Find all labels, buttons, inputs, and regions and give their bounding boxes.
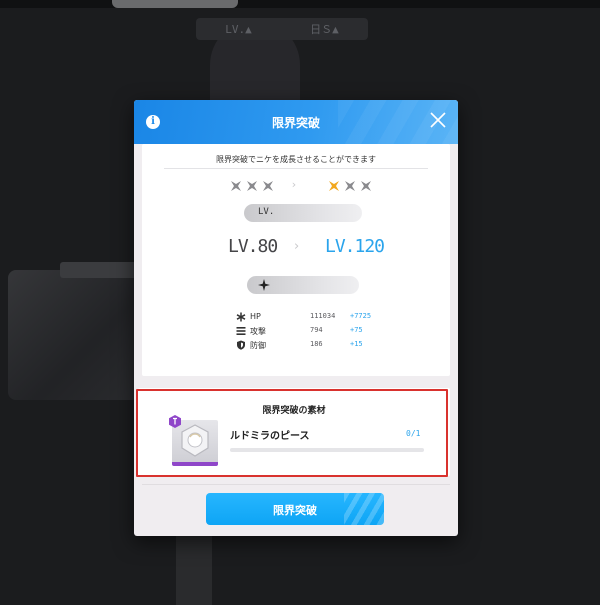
background-character-leg: [176, 536, 212, 605]
chevron-right-icon: ›: [294, 239, 300, 254]
limit-break-button-label: 限界突破: [273, 504, 317, 517]
stat-increase: +75: [350, 326, 363, 334]
hud-text-right: 日Ｓ▲: [310, 23, 339, 36]
material-title: 限界突破の素材: [262, 406, 326, 416]
chevron-right-icon: ›: [291, 178, 297, 191]
stat-increase: +7725: [350, 312, 372, 320]
star-icon: [231, 181, 241, 191]
top-bar: [0, 0, 600, 8]
limit-break-button[interactable]: 限界突破: [206, 493, 384, 525]
material-count: 0/1: [406, 429, 421, 438]
stat-increase: +15: [350, 340, 363, 348]
stat-label: HP: [250, 312, 261, 321]
stat-value: 186: [310, 340, 323, 348]
stat-row-defense: 防御 186 +15: [236, 339, 386, 351]
stat-label: 防御: [250, 341, 266, 350]
star-icon: [263, 181, 273, 191]
attack-icon: [236, 327, 246, 335]
divider: [142, 484, 450, 485]
level-label-pill: LV.: [244, 204, 362, 222]
material-section: 限界突破の素材 ルドミラのピース 0/1: [138, 388, 450, 476]
close-icon[interactable]: [428, 110, 448, 130]
stat-value: 111034: [310, 312, 336, 320]
ascension-pill: [247, 276, 359, 294]
stat-value: 794: [310, 326, 323, 334]
material-name: ルドミラのピース: [230, 431, 310, 442]
current-stars: [230, 180, 274, 192]
background-hud: LV.▲ 日Ｓ▲: [196, 18, 368, 40]
material-progress-bar: [230, 448, 424, 452]
material-item[interactable]: [169, 415, 218, 466]
top-tab: [112, 0, 238, 8]
asterisk-icon: [236, 312, 246, 322]
stat-label: 攻撃: [250, 327, 266, 336]
shield-icon: [237, 340, 245, 350]
star-icon: [247, 181, 257, 191]
stat-row-attack: 攻撃 794 +75: [236, 325, 386, 337]
star-icon: [361, 181, 371, 191]
sparkle-icon: [258, 279, 270, 291]
limit-break-dialog: i 限界突破 限界突破でニケを成長させることができます › LV. LV.80 …: [134, 100, 458, 536]
dialog-title: 限界突破: [271, 116, 320, 130]
level-label: LV.: [258, 207, 275, 217]
next-stars: [328, 180, 372, 192]
limit-break-preview: 限界突破でニケを成長させることができます › LV. LV.80 › LV.12…: [142, 144, 450, 376]
level-after: LV.120: [325, 236, 385, 257]
stat-row-hp: HP 111034 +7725: [236, 311, 386, 323]
star-icon: [345, 181, 355, 191]
hud-text-left: LV.▲: [225, 22, 252, 36]
level-before: LV.80: [228, 236, 278, 257]
dialog-header: i 限界突破: [134, 100, 458, 144]
background-weapon-barrel: [60, 262, 140, 278]
background-weapon: [8, 270, 140, 400]
star-gold-icon: [329, 181, 339, 191]
dialog-subtitle: 限界突破でニケを成長させることができます: [216, 155, 376, 164]
rarity-badge-icon: [169, 415, 181, 428]
divider: [164, 168, 428, 169]
